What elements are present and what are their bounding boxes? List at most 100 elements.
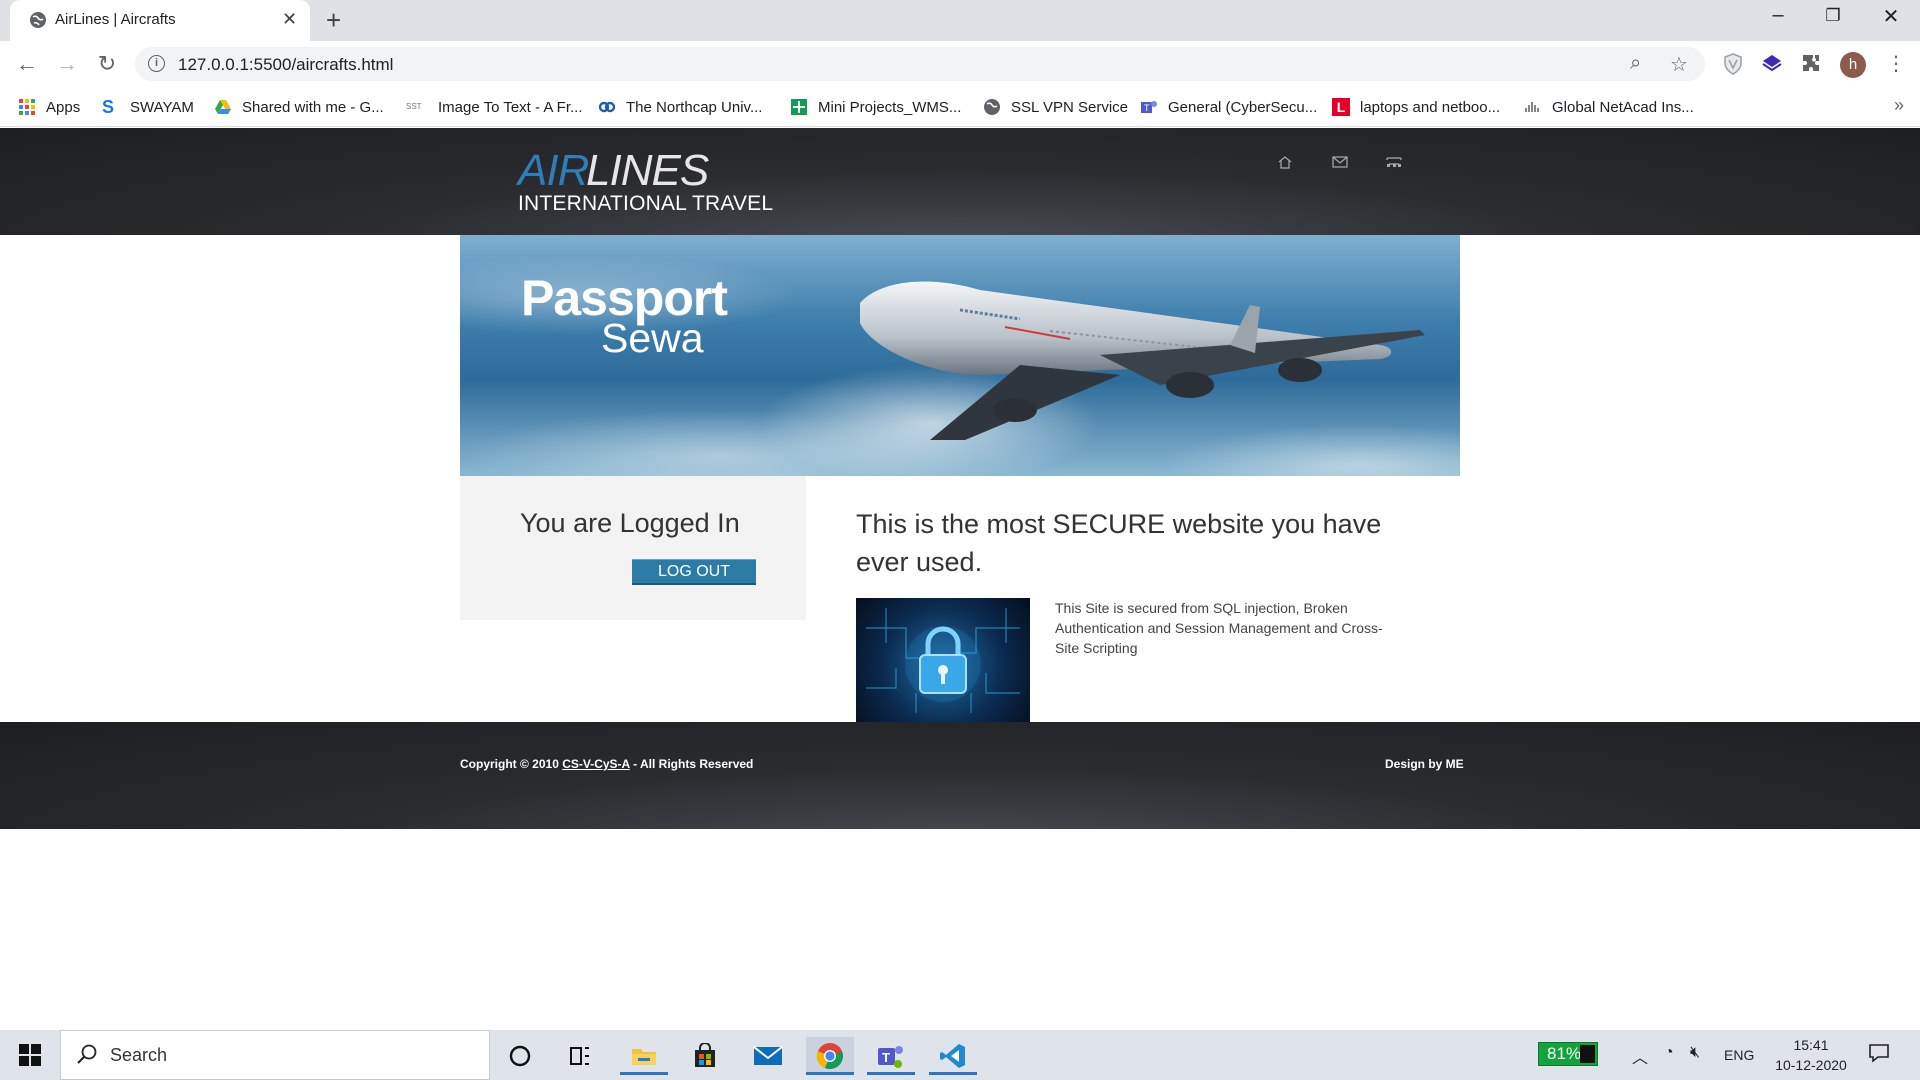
site-info-icon[interactable]: i <box>148 55 165 72</box>
apps-grid-icon <box>19 99 35 115</box>
active-indicator <box>620 1072 668 1075</box>
more-bookmarks-icon[interactable]: » <box>1894 95 1904 116</box>
bookmark-label: Image To Text - A Fr... <box>438 98 583 116</box>
bookmark-mini-projects[interactable]: Mini Projects_WMS... <box>790 95 961 119</box>
bookmarks-bar: Apps S SWAYAM Shared with me - G... SST … <box>0 87 1920 127</box>
store-icon[interactable] <box>681 1037 729 1075</box>
minimize-icon[interactable]: – <box>1758 4 1798 27</box>
profile-avatar[interactable]: h <box>1840 52 1866 78</box>
bookmark-global-netacad[interactable]: Global NetAcad Ins... <box>1524 95 1694 119</box>
sst-icon: SST <box>406 102 422 111</box>
reload-icon[interactable]: ↻ <box>92 49 122 79</box>
bookmark-northcap[interactable]: The Northcap Univ... <box>598 95 762 119</box>
logo-lines[interactable]: LINES <box>586 146 709 196</box>
copyright-suffix: - All Rights Reserved <box>629 757 754 771</box>
vscode-icon[interactable] <box>929 1037 977 1075</box>
site-header <box>0 128 1920 235</box>
bookmark-label: Shared with me - G... <box>242 98 384 116</box>
clock-time: 15:41 <box>1793 1037 1829 1053</box>
file-explorer-icon[interactable] <box>620 1037 668 1075</box>
globe-icon <box>984 99 1000 115</box>
bookmark-star-icon[interactable]: ☆ <box>1670 52 1688 77</box>
bookmark-laptops[interactable]: L laptops and netboo... <box>1332 95 1500 119</box>
bookmark-ssl-vpn[interactable]: SSL VPN Service <box>983 95 1128 119</box>
l-red-icon: L <box>1332 98 1350 116</box>
banner-subtitle: Sewa <box>601 315 704 361</box>
bookmark-general-cybersec[interactable]: T General (CyberSecu... <box>1140 95 1317 119</box>
task-view-icon[interactable] <box>556 1037 604 1075</box>
shield-extension-icon[interactable] <box>1721 52 1745 76</box>
browser-tab[interactable]: AirLines | Aircrafts ✕ <box>10 0 310 41</box>
cortana-icon[interactable] <box>496 1037 544 1075</box>
copyright-prefix: Copyright © 2010 <box>460 757 563 771</box>
show-hidden-icons-icon[interactable]: ︿ <box>1632 1044 1648 1068</box>
logo-subtitle: INTERNATIONAL TRAVEL <box>518 192 774 215</box>
chrome-icon[interactable] <box>806 1037 854 1075</box>
bookmark-swayam[interactable]: S SWAYAM <box>102 95 194 119</box>
back-icon[interactable]: ← <box>12 49 42 79</box>
bookmark-label: Mini Projects_WMS... <box>818 98 962 116</box>
bookmark-label: Apps <box>46 98 81 116</box>
copyright-link[interactable]: CS-V-CyS-A <box>562 757 630 771</box>
teams-icon: T <box>1141 101 1157 113</box>
battery-level-icon <box>1580 1045 1595 1063</box>
security-lock-image <box>856 598 1030 722</box>
browser-toolbar: ← → ↻ i 127.0.0.1:5500/aircrafts.html ⌕ … <box>0 41 1920 87</box>
forward-icon[interactable]: → <box>52 49 82 79</box>
home-icon[interactable] <box>1276 155 1294 169</box>
bookmark-label: The Northcap Univ... <box>626 98 763 116</box>
browser-menu-icon[interactable]: ⋮ <box>1886 51 1906 76</box>
wifi-icon[interactable]: ◔ <box>1664 1044 1674 1062</box>
copyright-text: Copyright © 2010 CS-V-CyS-A - All Rights… <box>460 757 753 771</box>
sheets-icon <box>791 99 807 115</box>
close-tab-icon[interactable]: ✕ <box>282 9 297 30</box>
taskbar-search-box[interactable]: Search <box>60 1030 490 1080</box>
logout-button[interactable]: LOG OUT <box>632 559 756 585</box>
close-window-icon[interactable]: ✕ <box>1871 4 1911 29</box>
restore-icon[interactable]: ❐ <box>1813 6 1853 26</box>
browser-tab-strip: AirLines | Aircrafts ✕ + – ❐ ✕ <box>0 0 1920 41</box>
search-placeholder: Search <box>110 1045 168 1065</box>
bookmark-label: SSL VPN Service <box>1011 98 1128 116</box>
site-footer <box>0 722 1920 829</box>
hero-banner: Passport Sewa <box>460 235 1460 476</box>
secure-heading: This is the most SECURE website you have… <box>856 509 1382 577</box>
windows-start-icon[interactable] <box>18 1043 42 1067</box>
system-clock[interactable]: 15:41 10-12-2020 <box>1766 1035 1856 1075</box>
cisco-icon <box>1525 102 1539 112</box>
logo-air[interactable]: AIR <box>518 146 589 196</box>
volume-muted-icon[interactable]: 🔇︎ <box>1690 1044 1700 1062</box>
new-tab-button[interactable]: + <box>326 5 341 36</box>
secure-description: This Site is secured from SQL injection,… <box>1055 600 1383 656</box>
bookmark-label: SWAYAM <box>130 98 194 116</box>
zoom-icon[interactable]: ⌕ <box>1630 52 1641 75</box>
tab-title: AirLines | Aircrafts <box>55 11 176 28</box>
notifications-icon[interactable] <box>1868 1043 1890 1063</box>
design-credit: Design by ME <box>1385 757 1464 771</box>
bookmark-label: General (CyberSecu... <box>1168 98 1318 116</box>
bookmark-label: Global NetAcad Ins... <box>1552 98 1694 116</box>
mail-icon[interactable] <box>1331 155 1349 169</box>
globe-icon <box>30 12 46 28</box>
bookmark-shared-with-me[interactable]: Shared with me - G... <box>214 95 384 119</box>
login-status-panel: You are Logged In LOG OUT <box>460 476 806 620</box>
bookmark-apps[interactable]: Apps <box>18 95 80 119</box>
url-text[interactable]: 127.0.0.1:5500/aircrafts.html <box>178 55 393 75</box>
sitemap-icon[interactable] <box>1385 155 1403 169</box>
bookmark-image-to-text[interactable]: SST Image To Text - A Fr... <box>406 95 583 119</box>
svg-text:T: T <box>1144 103 1150 113</box>
cube-extension-icon[interactable] <box>1760 52 1784 76</box>
svg-text:T: T <box>882 1050 890 1065</box>
active-indicator <box>929 1072 977 1075</box>
mail-app-icon[interactable] <box>744 1037 792 1075</box>
language-indicator[interactable]: ENG <box>1724 1047 1754 1063</box>
active-indicator <box>867 1072 915 1075</box>
extensions-puzzle-icon[interactable] <box>1800 52 1824 76</box>
login-status-heading: You are Logged In <box>520 508 740 538</box>
link-icon <box>598 101 616 113</box>
bookmark-label: laptops and netboo... <box>1360 98 1501 116</box>
swayam-icon: S <box>102 97 115 117</box>
clock-date: 10-12-2020 <box>1775 1057 1847 1073</box>
address-bar[interactable]: i 127.0.0.1:5500/aircrafts.html ⌕ ☆ <box>135 47 1705 81</box>
teams-app-icon[interactable]: T <box>867 1037 915 1075</box>
